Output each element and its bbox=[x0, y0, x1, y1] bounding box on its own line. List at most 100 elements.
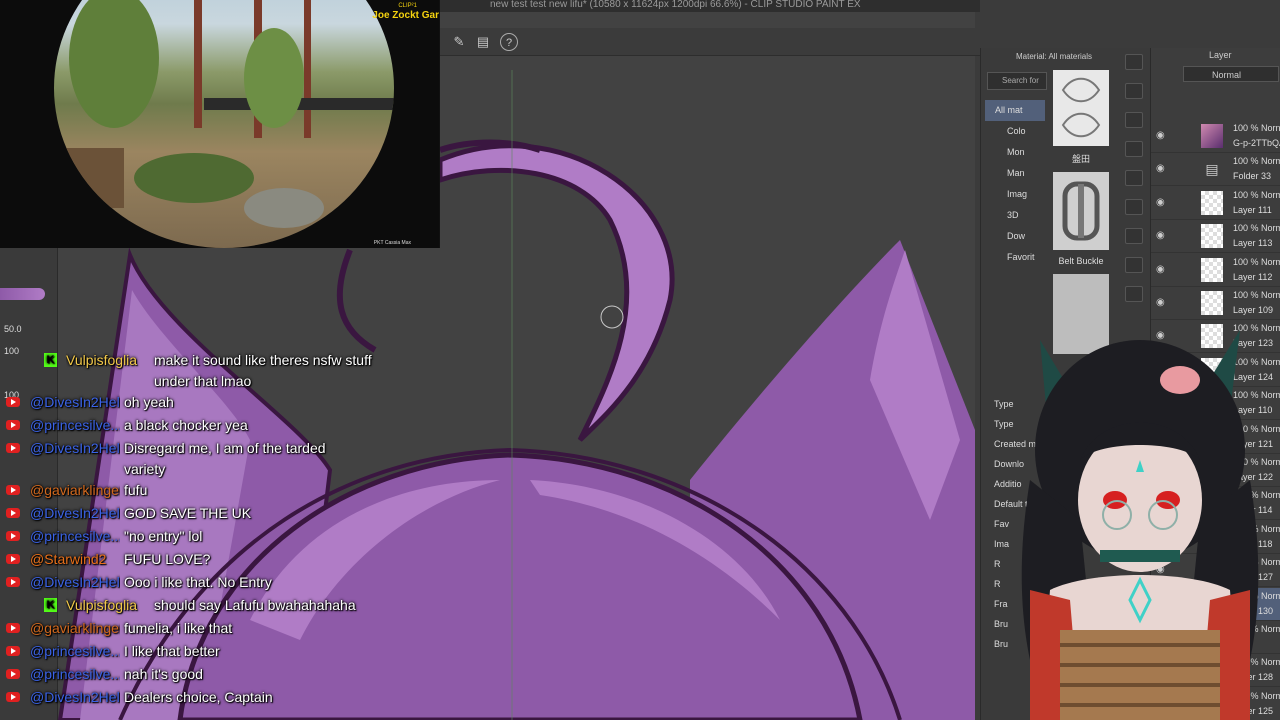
chat-message: @princesilve... nah it's good bbox=[0, 664, 380, 687]
platform-badge bbox=[0, 415, 60, 436]
layer-panel-title: Layer bbox=[1209, 50, 1232, 60]
layer-row[interactable]: ◉ 100 % Norma Layer 112 bbox=[1151, 254, 1280, 287]
hud-footer-text: PKT Cassia Max bbox=[373, 240, 411, 246]
chat-message: @DivesIn2Hell4...Dealers choice, Captain bbox=[0, 687, 380, 710]
panel-icon[interactable] bbox=[1125, 83, 1143, 99]
layer-opacity: 100 % Norma bbox=[1233, 189, 1280, 200]
youtube-icon bbox=[6, 646, 20, 656]
panel-icon[interactable] bbox=[1125, 199, 1143, 215]
chat-text: GOD SAVE THE UK bbox=[124, 505, 252, 521]
layer-thumbnail bbox=[1201, 190, 1223, 215]
panel-icon[interactable] bbox=[1125, 170, 1143, 186]
material-tree-item[interactable]: Dow bbox=[985, 226, 1045, 247]
layer-opacity: 100 % Norma bbox=[1233, 223, 1280, 234]
screen: new test test new lifu* (10580 x 11624px… bbox=[0, 0, 1280, 720]
youtube-icon bbox=[6, 531, 20, 541]
window-title: new test test new lifu* (10580 x 11624px… bbox=[490, 0, 861, 10]
layer-thumbnail bbox=[1201, 224, 1223, 249]
eye-icon[interactable]: ◉ bbox=[1156, 264, 1165, 275]
avatar-illustration bbox=[1021, 330, 1259, 720]
pen-icon[interactable]: ✎ bbox=[450, 33, 468, 51]
eye-icon[interactable]: ◉ bbox=[1156, 163, 1165, 174]
panel-icon[interactable] bbox=[1125, 112, 1143, 128]
material-thumbnail-belt-buckle[interactable] bbox=[1053, 172, 1109, 250]
chat-text: Ooo i like that. No Entry bbox=[124, 574, 272, 590]
layer-name: Layer 113 bbox=[1233, 238, 1273, 249]
material-search-input[interactable]: Search for bbox=[987, 72, 1047, 90]
streamer-name: Joe Zockt Gar bbox=[372, 10, 439, 21]
kick-icon: K bbox=[44, 353, 57, 367]
youtube-icon bbox=[6, 692, 20, 702]
material-tree-item[interactable]: Mon bbox=[985, 142, 1045, 163]
layer-opacity: 100 % Norn bbox=[1233, 123, 1280, 133]
panel-icon[interactable] bbox=[1125, 228, 1143, 244]
chat-username[interactable]: Vulpisfoglia bbox=[66, 350, 150, 371]
material-tree-item[interactable]: All mat bbox=[985, 100, 1045, 121]
layer-opacity: 100 % Norma bbox=[1233, 256, 1280, 267]
platform-badge: K bbox=[0, 595, 60, 616]
panel-icon[interactable] bbox=[1125, 257, 1143, 273]
scope-view bbox=[54, 0, 394, 248]
platform-badge bbox=[0, 572, 60, 593]
youtube-icon bbox=[6, 577, 20, 587]
canvas-toolbar: ✎ ▤ ? bbox=[440, 28, 980, 56]
material-tree-item[interactable]: Favorit bbox=[985, 247, 1045, 268]
scope-scene bbox=[64, 0, 394, 228]
layer-row[interactable]: ◉ 100 % Norma Layer 111 bbox=[1151, 187, 1280, 220]
material-tree-item[interactable]: Imag bbox=[985, 184, 1045, 205]
material-tree-item[interactable]: 3D bbox=[985, 205, 1045, 226]
chat-username[interactable]: Vulpisfoglia bbox=[66, 595, 150, 616]
folder-icon[interactable]: ▤ bbox=[474, 33, 492, 51]
help-icon[interactable]: ? bbox=[500, 33, 518, 51]
chat-message: @gaviarklinger...fumelia, i like that bbox=[0, 618, 380, 641]
chat-text: make it sound like theres nsfw stuff und… bbox=[154, 352, 372, 389]
chat-text: oh yeah bbox=[124, 394, 174, 410]
chat-text: I like that better bbox=[124, 643, 220, 659]
brush-cursor bbox=[600, 305, 624, 329]
platform-badge bbox=[0, 664, 60, 685]
platform-badge: K bbox=[0, 350, 60, 371]
platform-badge bbox=[0, 438, 60, 459]
layer-name: G-p-2TTbQAMC bbox=[1233, 138, 1280, 148]
brush-preview bbox=[0, 288, 45, 300]
layer-row[interactable]: ◉ 100 % Norn G-p-2TTbQAMC bbox=[1151, 120, 1280, 153]
material-tree-item[interactable]: Colo bbox=[985, 121, 1045, 142]
layer-row[interactable]: ◉ 100 % Norma Layer 113 bbox=[1151, 220, 1280, 254]
layer-row[interactable]: ◉ ▤ 100 % Normal Folder 33 bbox=[1151, 153, 1280, 187]
eye-icon[interactable]: ◉ bbox=[1156, 130, 1165, 141]
layer-thumbnail: ▤ bbox=[1201, 157, 1223, 182]
curl-tail bbox=[336, 248, 377, 353]
material-side-icons bbox=[1125, 54, 1145, 315]
platform-badge bbox=[0, 687, 60, 708]
brush-size-value[interactable]: 50.0 bbox=[4, 324, 22, 334]
chat-message: @Starwind2 FUFU LOVE? bbox=[0, 549, 380, 572]
platform-badge bbox=[0, 503, 60, 524]
chat-message: @DivesIn2Hell4...Ooo i like that. No Ent… bbox=[0, 572, 380, 595]
chat-message: @DivesIn2Hell4...GOD SAVE THE UK bbox=[0, 503, 380, 526]
chat-overlay: K Vulpisfoglia make it sound like theres n… bbox=[0, 350, 380, 710]
panel-icon[interactable] bbox=[1125, 141, 1143, 157]
chat-message: @DivesIn2Hell4...oh yeah bbox=[0, 392, 380, 415]
blend-mode-select[interactable]: Normal bbox=[1183, 66, 1279, 82]
chat-text: Dealers choice, Captain bbox=[124, 689, 273, 705]
window-title-bar: new test test new lifu* (10580 x 11624px… bbox=[440, 0, 980, 12]
eye-icon[interactable]: ◉ bbox=[1156, 230, 1165, 241]
layer-thumbnail bbox=[1201, 124, 1223, 148]
youtube-icon bbox=[6, 623, 20, 633]
material-tree-item[interactable]: Man bbox=[985, 163, 1045, 184]
eye-icon[interactable]: ◉ bbox=[1156, 197, 1165, 208]
material-thumbnail-ornament[interactable] bbox=[1053, 70, 1109, 146]
clip-label: CLIP²1 bbox=[398, 3, 417, 9]
vtuber-avatar bbox=[990, 300, 1280, 720]
material-label-1: 盤田 bbox=[1071, 154, 1090, 164]
chat-text: FUFU LOVE? bbox=[124, 551, 211, 567]
chat-text: fumelia, i like that bbox=[124, 620, 233, 636]
layer-name: Layer 112 bbox=[1233, 271, 1273, 282]
layer-thumbnail bbox=[1201, 257, 1223, 282]
chat-text: a black chocker yea bbox=[124, 417, 248, 433]
layer-name: Folder 33 bbox=[1233, 171, 1272, 182]
layer-opacity: 100 % Normal bbox=[1233, 156, 1280, 167]
panel-icon[interactable] bbox=[1125, 54, 1143, 70]
platform-badge bbox=[0, 618, 60, 639]
chat-text: Disregard me, I am of the tarded variety bbox=[124, 440, 326, 477]
